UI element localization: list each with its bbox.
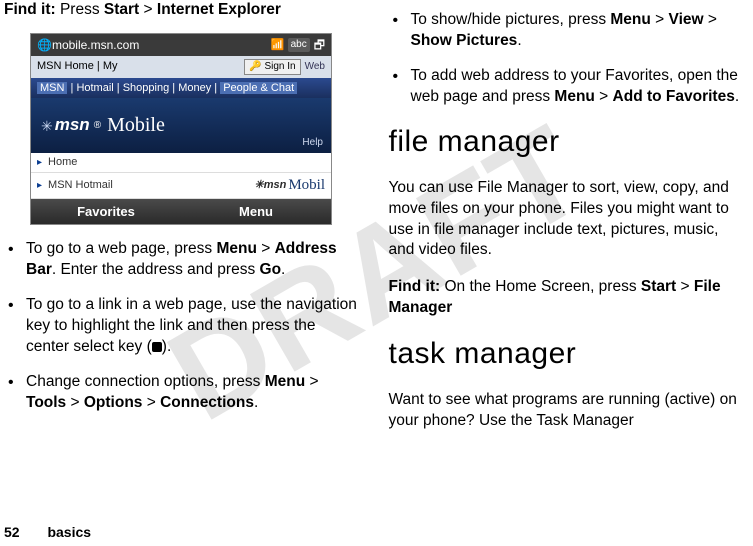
left-column: Find it: Press Start > Internet Explorer… [4,0,361,448]
softkey-favorites: Favorites [31,199,181,225]
web-label: Web [305,60,325,74]
mobile-label: Mobile [107,112,165,139]
shot-titlebar: 🌐 mobile.msn.com 📶 abc 🗗 [31,34,331,56]
start-label: Start [104,1,139,18]
shot-row-home: ▸ Home [31,153,331,173]
page-icon: 🗗 [314,37,325,53]
sign-in-button: 🔑 Sign In [244,59,300,75]
sep: > [139,1,157,18]
file-manager-para: You can use File Manager to sort, view, … [389,178,746,262]
help-link: Help [302,136,323,150]
msn-mini: ✳msn [254,178,286,193]
phone-screenshot: 🌐 mobile.msn.com 📶 abc 🗗 MSN Home | My 🔑… [30,33,332,225]
section-label: basics [47,524,91,540]
bullet-goto-link: To go to a link in a web page, use the n… [4,295,361,358]
ie-label: Internet Explorer [157,1,281,18]
nav2-hotmail: Hotmail [76,82,113,94]
shot-banner: ✳ msn® Mobile Help [31,98,331,153]
butterfly-icon: ✳ [41,117,53,136]
mobile-mini: Mobil [288,175,325,195]
row-label: MSN Hotmail [48,178,113,193]
center-key-icon [152,342,162,352]
shot-softkeys: Favorites Menu [31,199,331,225]
msn-logo: msn [55,114,90,137]
bullet-goto-page: To go to a web page, press Menu > Addres… [4,239,361,281]
signal-icon: 📶 [271,38,285,53]
heading-task-manager: task manager [389,334,746,375]
arrow-icon: ▸ [37,156,42,170]
shot-nav2: MSN | Hotmail | Shopping | Money | Peopl… [31,78,331,99]
nav2-msn: MSN [37,82,67,94]
bullet-add-favorites: To add web address to your Favorites, op… [389,66,746,108]
bullet-show-pictures: To show/hide pictures, press Menu > View… [389,10,746,52]
shot-url: mobile.msn.com [52,37,268,53]
find-it-label: Find it: [4,1,56,18]
nav2-shopping: Shopping [123,82,170,94]
abc-indicator: abc [288,38,310,52]
task-manager-para: Want to see what programs are running (a… [389,390,746,432]
page-number: 52 [4,524,20,540]
shot-nav1: MSN Home | My 🔑 Sign In Web [31,56,331,78]
nav2-people: People & Chat [220,82,297,94]
find-it-ie: Find it: Press Start > Internet Explorer [4,0,361,21]
globe-icon: 🌐 [37,37,52,53]
nav1-text: MSN Home | My [37,59,118,74]
bullet-connection: Change connection options, press Menu > … [4,372,361,414]
heading-file-manager: file manager [389,122,746,163]
page-footer: 52 basics [4,523,91,542]
right-column: To show/hide pictures, press Menu > View… [389,0,746,448]
find-it-fm: Find it: On the Home Screen, press Start… [389,277,746,319]
arrow-icon: ▸ [37,179,42,193]
nav2-money: Money [178,82,211,94]
row-label: Home [48,155,77,170]
text: Press [56,1,104,18]
softkey-menu: Menu [181,199,331,225]
shot-row-hotmail: ▸ MSN Hotmail ✳msn Mobil [31,173,331,198]
